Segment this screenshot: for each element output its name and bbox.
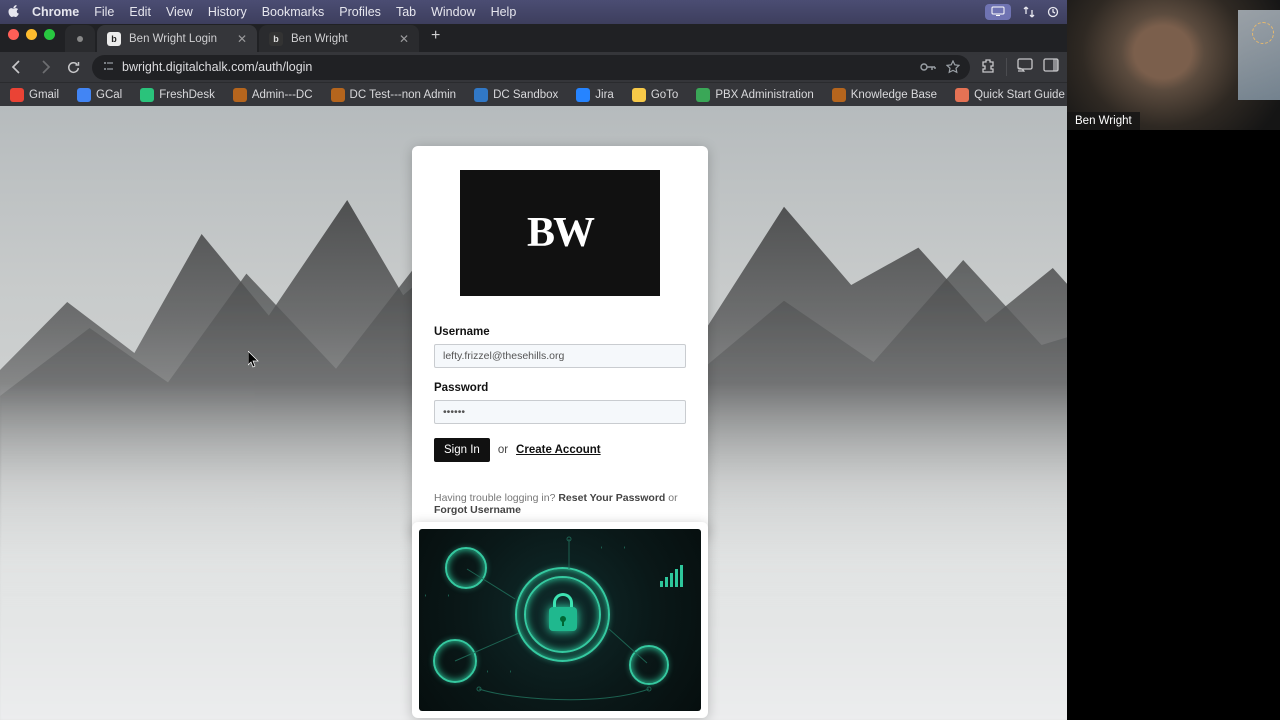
bookmark-gcal[interactable]: GCal — [73, 86, 126, 104]
chrome-tabstrip: b Ben Wright Login ✕ b Ben Wright ✕ + — [0, 24, 1067, 52]
bookmark-kb[interactable]: Knowledge Base — [828, 86, 941, 104]
bookmark-quickstart[interactable]: Quick Start Guide — [951, 86, 1069, 104]
window-controls — [8, 29, 55, 40]
menu-bookmarks[interactable]: Bookmarks — [262, 5, 325, 19]
cast-icon[interactable] — [1017, 58, 1033, 72]
participant-avatar-icon — [1252, 22, 1274, 44]
bookmark-jira[interactable]: Jira — [572, 86, 618, 104]
address-bar[interactable]: bwright.digitalchalk.com/auth/login — [92, 55, 970, 80]
reload-button[interactable] — [64, 58, 82, 76]
forward-button[interactable] — [36, 58, 54, 76]
bookmark-pbx[interactable]: PBX Administration — [692, 86, 817, 104]
bookmark-gmail[interactable]: Gmail — [6, 86, 63, 104]
close-window-button[interactable] — [8, 29, 19, 40]
username-label: Username — [434, 326, 686, 338]
menu-view[interactable]: View — [166, 5, 193, 19]
bookmark-dctest[interactable]: DC Test---non Admin — [327, 86, 461, 104]
menu-edit[interactable]: Edit — [129, 5, 151, 19]
menu-file[interactable]: File — [94, 5, 114, 19]
reset-password-link[interactable]: Reset Your Password — [558, 492, 665, 504]
trouble-text: Having trouble logging in? Reset Your Pa… — [434, 492, 686, 516]
tab-placeholder-icon — [77, 36, 83, 42]
tab-title: Ben Wright Login — [129, 33, 217, 45]
back-button[interactable] — [8, 58, 26, 76]
bookmark-dcsandbox[interactable]: DC Sandbox — [470, 86, 562, 104]
extensions-icon[interactable] — [980, 58, 996, 74]
sign-in-button[interactable]: Sign In — [434, 438, 490, 462]
password-input[interactable] — [434, 400, 686, 424]
site-info-icon[interactable] — [102, 60, 114, 75]
promo-illustration — [419, 529, 701, 711]
minimize-window-button[interactable] — [26, 29, 37, 40]
bookmark-star-icon[interactable] — [946, 60, 960, 74]
menu-history[interactable]: History — [208, 5, 247, 19]
sidepanel-icon[interactable] — [1043, 58, 1059, 72]
page-viewport: BW Username Password Sign In or Create A… — [0, 106, 1120, 720]
tab-title: Ben Wright — [291, 33, 348, 45]
chrome-right-buttons — [980, 58, 1059, 76]
apple-menu-icon[interactable] — [8, 4, 22, 20]
mac-menu-items: Chrome File Edit View History Bookmarks … — [32, 5, 516, 19]
username-input[interactable] — [434, 344, 686, 368]
participant-name-label: Ben Wright — [1067, 112, 1140, 130]
password-label: Password — [434, 382, 686, 394]
or-text: or — [498, 444, 508, 456]
password-key-icon[interactable] — [920, 61, 936, 73]
menu-app-name[interactable]: Chrome — [32, 5, 79, 19]
new-tab-button[interactable]: + — [421, 27, 450, 49]
forgot-username-link[interactable]: Forgot Username — [434, 504, 521, 516]
bookmarks-bar: Gmail GCal FreshDesk Admin---DC DC Test-… — [0, 82, 1067, 106]
bookmark-admin-dc[interactable]: Admin---DC — [229, 86, 317, 104]
transfer-icon[interactable] — [1023, 6, 1035, 18]
tab-inactive[interactable]: b Ben Wright ✕ — [259, 25, 419, 52]
menu-profiles[interactable]: Profiles — [339, 5, 381, 19]
tab-close-icon[interactable]: ✕ — [399, 32, 409, 46]
fullscreen-window-button[interactable] — [44, 29, 55, 40]
menu-tab[interactable]: Tab — [396, 5, 416, 19]
promo-card — [412, 522, 708, 718]
brand-logo-text: BW — [527, 209, 593, 257]
tab-favicon-icon: b — [107, 32, 121, 46]
bookmark-goto[interactable]: GoTo — [628, 86, 683, 104]
tab-spacer[interactable] — [65, 25, 95, 52]
menu-window[interactable]: Window — [431, 5, 475, 19]
screen-share-indicator-icon[interactable] — [985, 4, 1011, 20]
menu-help[interactable]: Help — [491, 5, 517, 19]
tab-close-icon[interactable]: ✕ — [237, 32, 247, 46]
tab-active[interactable]: b Ben Wright Login ✕ — [97, 25, 257, 52]
url-text: bwright.digitalchalk.com/auth/login — [122, 60, 312, 74]
cursor-icon — [248, 351, 260, 369]
login-card: BW Username Password Sign In or Create A… — [412, 146, 708, 536]
create-account-link[interactable]: Create Account — [516, 444, 601, 456]
chrome-toolbar: bwright.digitalchalk.com/auth/login — [0, 52, 1067, 82]
zoom-participant-video[interactable]: Ben Wright — [1067, 0, 1280, 130]
bookmark-freshdesk[interactable]: FreshDesk — [136, 86, 219, 104]
tab-favicon-icon: b — [269, 32, 283, 46]
brand-logo: BW — [460, 170, 660, 296]
sync-icon[interactable] — [1047, 6, 1059, 18]
